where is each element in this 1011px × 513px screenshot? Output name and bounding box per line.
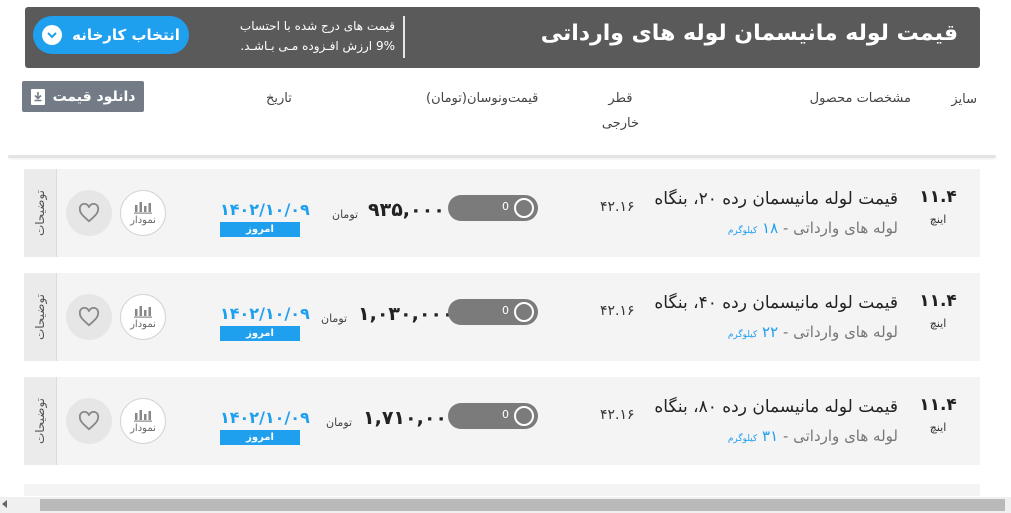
outer-diameter: ۴۲.۱۶ bbox=[600, 303, 635, 319]
download-price-label: دانلود قیمت bbox=[52, 88, 136, 105]
favorite-button[interactable] bbox=[66, 190, 112, 236]
description-tab[interactable]: توضیحات bbox=[24, 169, 57, 257]
table-row: توضیحات نمودار ۱۴۰۲/۱۰/۰۹ امروز تومان ۱,… bbox=[24, 273, 980, 361]
favorite-button[interactable] bbox=[66, 398, 112, 444]
horizontal-scrollbar[interactable] bbox=[0, 497, 1011, 513]
price-date: ۱۴۰۲/۱۰/۰۹ bbox=[220, 408, 310, 427]
price-value: ۹۳۵,۰۰۰ bbox=[368, 199, 445, 221]
pipe-size: ۱۱.۴ bbox=[919, 187, 957, 207]
product-category: لوله های وارداتی - bbox=[778, 219, 898, 237]
table-row: توضیحات نمودار ۱۴۰۲/۱۰/۰۹ امروز تومان ۱,… bbox=[24, 377, 980, 465]
currency-label: تومان bbox=[321, 312, 348, 325]
bar-chart-icon bbox=[134, 306, 152, 318]
toggle-knob bbox=[514, 198, 534, 218]
heart-icon bbox=[78, 411, 100, 431]
table-row: توضیحات نمودار ۱۴۰۲/۱۰/۰۹ امروز تومان ۹۳… bbox=[24, 169, 980, 257]
product-category: لوله های وارداتی - bbox=[778, 323, 898, 341]
outer-diameter: ۴۲.۱۶ bbox=[600, 407, 635, 423]
pipe-size-unit: اینچ bbox=[929, 317, 947, 330]
column-price-fluctuation: قیمت‌ونوسان(تومان) bbox=[426, 91, 539, 106]
column-diameter-line1: قطر bbox=[608, 91, 633, 106]
vat-note: قیمت های درج شده با احتساب 9% ارزش افـزو… bbox=[210, 16, 395, 56]
description-tab-label: توضیحات bbox=[33, 189, 47, 237]
currency-label: تومان bbox=[326, 416, 353, 429]
product-weight-unit: کیلوگرم bbox=[727, 434, 758, 444]
column-diameter: قطر خارجی bbox=[602, 91, 639, 131]
product-name[interactable]: قیمت لوله مانیسمان رده ۴۰، بنگاه bbox=[654, 293, 898, 313]
heart-icon bbox=[78, 203, 100, 223]
header-divider-line bbox=[8, 155, 996, 158]
select-factory-label: انتخاب کارخانه bbox=[72, 26, 180, 44]
product-name[interactable]: قیمت لوله مانیسمان رده ۸۰، بنگاه bbox=[654, 397, 898, 417]
price-value: ۱,۷۱۰,۰۰۰ bbox=[363, 407, 459, 429]
page-header: قیمت لوله مانیسمان لوله های وارداتی قیمت… bbox=[25, 7, 980, 68]
description-tab[interactable]: توضیحات bbox=[24, 377, 57, 465]
heart-icon bbox=[78, 307, 100, 327]
price-fluctuation-toggle[interactable]: 0 bbox=[448, 299, 538, 325]
product-weight-unit: کیلوگرم bbox=[727, 330, 758, 340]
pipe-size: ۱۱.۴ bbox=[919, 291, 957, 311]
pipe-size-unit: اینچ bbox=[929, 213, 947, 226]
product-subtitle: لوله های وارداتی - ۲۲ کیلوگرم bbox=[728, 323, 898, 341]
column-size: سایز bbox=[951, 92, 977, 107]
description-tab-label: توضیحات bbox=[33, 397, 47, 445]
header-divider bbox=[403, 16, 405, 58]
scrollbar-thumb[interactable] bbox=[40, 499, 1005, 511]
page-title: قیمت لوله مانیسمان لوله های وارداتی bbox=[540, 21, 958, 46]
price-fluctuation-toggle[interactable]: 0 bbox=[448, 195, 538, 221]
fluctuation-value: 0 bbox=[502, 304, 509, 317]
toggle-knob bbox=[514, 406, 534, 426]
pipe-size-unit: اینچ bbox=[929, 421, 947, 434]
today-badge: امروز bbox=[220, 222, 300, 237]
chart-label: نمودار bbox=[130, 423, 156, 434]
chart-button[interactable]: نمودار bbox=[120, 398, 166, 444]
column-specs: مشخصات محصول bbox=[809, 91, 911, 106]
column-date: تاریخ bbox=[266, 91, 292, 106]
pipe-size: ۱۱.۴ bbox=[919, 395, 957, 415]
product-category: لوله های وارداتی - bbox=[778, 427, 898, 445]
price-date: ۱۴۰۲/۱۰/۰۹ bbox=[220, 200, 310, 219]
product-subtitle: لوله های وارداتی - ۱۸ کیلوگرم bbox=[728, 219, 898, 237]
table-row bbox=[24, 484, 980, 496]
description-tab-label: توضیحات bbox=[33, 293, 47, 341]
scroll-left-icon[interactable] bbox=[2, 500, 7, 508]
chart-label: نمودار bbox=[130, 319, 156, 330]
toggle-knob bbox=[514, 302, 534, 322]
product-weight: ۲۲ bbox=[762, 323, 779, 341]
vat-note-line1: قیمت های درج شده با احتساب bbox=[239, 19, 395, 33]
download-price-button[interactable]: دانلود قیمت bbox=[22, 81, 144, 112]
favorite-button[interactable] bbox=[66, 294, 112, 340]
chart-button[interactable]: نمودار bbox=[120, 294, 166, 340]
fluctuation-value: 0 bbox=[502, 408, 509, 421]
today-badge: امروز bbox=[220, 326, 300, 341]
outer-diameter: ۴۲.۱۶ bbox=[600, 199, 635, 215]
product-subtitle: لوله های وارداتی - ۳۱ کیلوگرم bbox=[728, 427, 898, 445]
vat-note-line2: 9% ارزش افـزوده مـی بـاشـد. bbox=[240, 39, 395, 53]
description-tab[interactable]: توضیحات bbox=[24, 273, 57, 361]
product-weight-unit: کیلوگرم bbox=[727, 226, 758, 236]
download-icon bbox=[30, 88, 45, 105]
chevron-down-icon bbox=[42, 25, 63, 45]
product-weight: ۳۱ bbox=[762, 427, 779, 445]
currency-label: تومان bbox=[332, 208, 359, 221]
fluctuation-value: 0 bbox=[502, 200, 509, 213]
product-name[interactable]: قیمت لوله مانیسمان رده ۲۰، بنگاه bbox=[654, 189, 898, 209]
bar-chart-icon bbox=[134, 410, 152, 422]
chart-button[interactable]: نمودار bbox=[120, 190, 166, 236]
price-value: ۱,۰۳۰,۰۰۰ bbox=[358, 303, 454, 325]
today-badge: امروز bbox=[220, 430, 300, 445]
price-date: ۱۴۰۲/۱۰/۰۹ bbox=[220, 304, 310, 323]
product-weight: ۱۸ bbox=[762, 219, 779, 237]
bar-chart-icon bbox=[134, 202, 152, 214]
chart-label: نمودار bbox=[130, 215, 156, 226]
price-fluctuation-toggle[interactable]: 0 bbox=[448, 403, 538, 429]
select-factory-button[interactable]: انتخاب کارخانه bbox=[33, 16, 189, 54]
column-diameter-line2: خارجی bbox=[601, 116, 639, 131]
